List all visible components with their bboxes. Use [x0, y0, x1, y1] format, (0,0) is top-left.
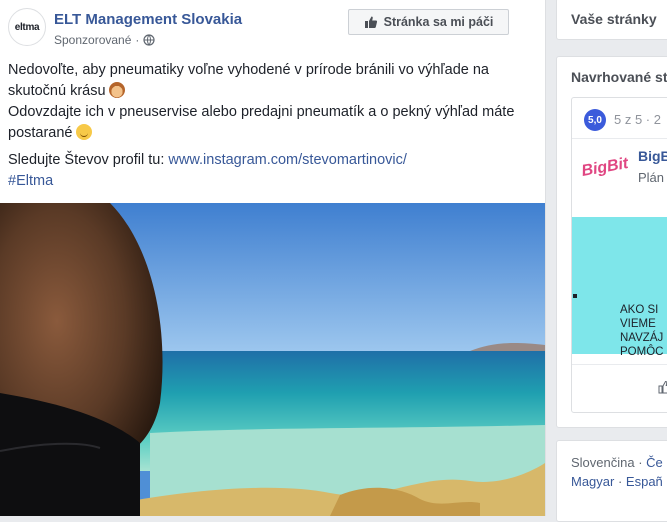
card-divider — [572, 138, 667, 139]
card-divider — [572, 364, 667, 365]
follow-prefix: Sledujte Števov profil tu: — [8, 152, 169, 168]
thumbs-up-icon[interactable] — [658, 380, 667, 394]
cover-text-line-1: AKO SI — [620, 304, 659, 316]
cover-text-line-3: NAVZÁJ — [620, 332, 664, 344]
suggested-page-cover[interactable]: AKO SI VIEME NAVZÁJ POMÔC — [572, 217, 667, 358]
like-page-label: Stránka sa mi páči — [383, 15, 494, 29]
cover-dot — [573, 294, 577, 298]
language-separator: · — [634, 455, 647, 470]
suggested-pages-box: Navrhované st 5,0 5 z 5 · 2 BigBit BigB … — [556, 56, 667, 428]
language-separator: · — [614, 474, 626, 489]
sponsored-separator: · — [135, 33, 140, 47]
post-paragraph-4: #Eltma — [8, 171, 538, 192]
language-line-1: Slovenčina · Če — [571, 455, 663, 470]
sponsored-text: Sponzorované — [54, 33, 132, 47]
like-page-button[interactable]: Stránka sa mi páči — [348, 9, 509, 35]
language-czech-link[interactable]: Če — [646, 455, 663, 470]
post-text-line-1: Nedovoľte, aby pneumatiky voľne vyhodené… — [8, 62, 489, 99]
sponsored-post: eltma ELT Management Slovakia Sponzorova… — [0, 0, 546, 516]
instagram-link[interactable]: www.instagram.com/stevomartinovic/ — [168, 152, 407, 168]
suggested-page-category: Plán — [638, 170, 665, 185]
cover-text-line-4: POMÔC — [620, 346, 664, 358]
page-avatar[interactable]: eltma — [8, 8, 46, 46]
your-pages-title[interactable]: Vaše stránky — [571, 11, 657, 27]
globe-icon — [143, 34, 155, 46]
language-hungarian-link[interactable]: Magyar — [571, 474, 614, 489]
suggested-page-name[interactable]: BigB — [638, 148, 667, 164]
bigbit-logo[interactable]: BigBit — [579, 146, 631, 189]
suggested-page-card[interactable]: 5,0 5 z 5 · 2 BigBit BigB Plán AKO SI VI… — [571, 97, 667, 413]
sponsored-label[interactable]: Sponzorované · — [54, 33, 155, 47]
page-name-link[interactable]: ELT Management Slovakia — [54, 11, 242, 28]
hashtag-link[interactable]: #Eltma — [8, 173, 53, 189]
woman-emoji-icon — [108, 82, 125, 98]
cover-text-line-2: VIEME — [620, 318, 656, 330]
language-current: Slovenčina — [571, 455, 635, 470]
smile-emoji-icon — [75, 124, 92, 140]
post-text: Nedovoľte, aby pneumatiky voľne vyhodené… — [8, 60, 538, 192]
rating-text: 5 z 5 · 2 — [614, 112, 661, 127]
language-spanish-link[interactable]: Españ — [626, 474, 663, 489]
post-paragraph-3: Sledujte Števov profil tu: www.instagram… — [8, 150, 538, 171]
beach-photo — [0, 203, 545, 516]
post-paragraph-2: Odovzdajte ich v pneuservise alebo preda… — [8, 102, 538, 144]
thumbs-up-icon — [364, 16, 377, 28]
suggested-pages-title: Navrhované st — [571, 69, 667, 85]
your-pages-box: Vaše stránky — [556, 0, 667, 40]
post-paragraph-1: Nedovoľte, aby pneumatiky voľne vyhodené… — [8, 60, 538, 102]
language-line-2: Magyar · Españ — [571, 474, 663, 489]
post-header: eltma ELT Management Slovakia Sponzorova… — [0, 0, 545, 56]
language-box: Slovenčina · Če Magyar · Españ — [556, 440, 667, 522]
cover-text: AKO SI VIEME NAVZÁJ POMÔC — [620, 303, 663, 359]
rating-badge: 5,0 — [584, 109, 606, 131]
post-image[interactable] — [0, 203, 545, 516]
